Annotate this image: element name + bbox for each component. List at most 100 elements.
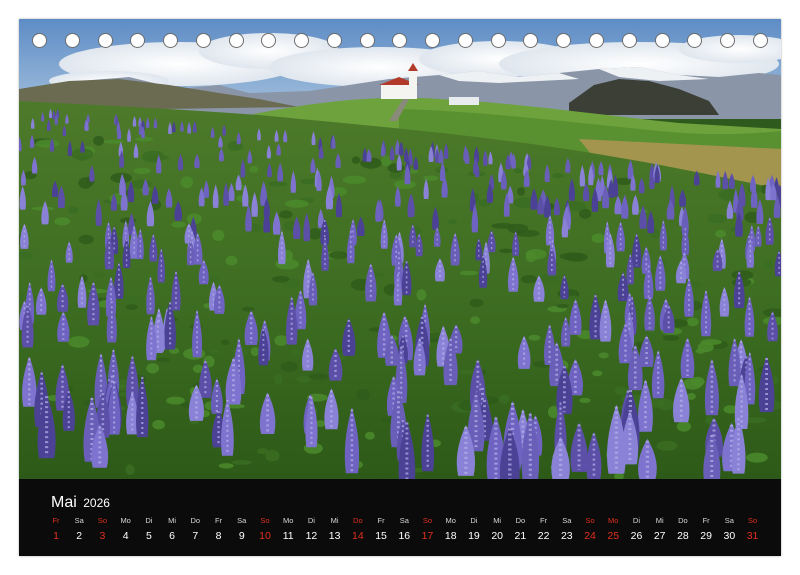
day-number: 30 (723, 530, 736, 542)
weekday-label: Mi (655, 516, 664, 525)
binding-hole (228, 33, 244, 48)
weekday-label: So (585, 516, 595, 525)
calendar-day: Do 7 (187, 515, 203, 549)
day-number: 20 (491, 530, 503, 542)
binding-hole (32, 33, 47, 48)
day-number: 10 (259, 530, 271, 542)
day-number: 29 (700, 530, 712, 542)
weekday-label: Do (353, 516, 363, 525)
weekday-label: Do (515, 516, 526, 525)
month-name: Mai (51, 494, 77, 511)
weekday-label: So (260, 516, 270, 525)
calendar-day: Fr 1 (48, 515, 64, 549)
binding-hole (523, 33, 539, 48)
binding-hole (687, 33, 703, 48)
day-number: 2 (76, 530, 83, 542)
weekday-label: Mo (608, 516, 619, 525)
calendar-day: Mo 11 (280, 515, 296, 549)
day-number: 6 (169, 530, 176, 542)
weekday-label: Di (632, 516, 641, 525)
weekday-label: Sa (562, 516, 572, 525)
calendar-day: Do 21 (512, 515, 528, 549)
binding-hole (294, 33, 310, 48)
day-number: 5 (145, 530, 152, 542)
day-number: 15 (375, 530, 387, 542)
weekday-label: So (422, 516, 433, 525)
binding-hole (720, 33, 736, 48)
calendar-day: Mi 13 (327, 515, 343, 549)
day-number: 19 (468, 530, 480, 542)
calendar-day: Sa 16 (396, 515, 412, 549)
day-number: 25 (607, 530, 620, 542)
day-number: 1 (53, 530, 59, 542)
binding-hole (64, 33, 80, 48)
calendar-day: Sa 23 (559, 515, 575, 549)
binding-hole (261, 33, 277, 48)
weekday-label: Di (307, 516, 315, 525)
day-number: 3 (99, 530, 106, 542)
binding-hole (195, 33, 211, 48)
weekday-label: Di (145, 516, 153, 525)
calendar-day: Di 26 (628, 515, 644, 549)
calendar-day: Mi 6 (164, 515, 180, 549)
calendar-day: Mo 25 (605, 515, 621, 549)
weekday-label: Mi (493, 516, 502, 525)
weekday-label: So (97, 516, 108, 525)
day-number: 24 (584, 530, 596, 542)
weekday-label: Di (470, 516, 478, 525)
farm-building (449, 97, 479, 105)
weekday-label: Do (190, 516, 201, 525)
day-number: 23 (560, 530, 573, 542)
calendar-day: Mo 4 (118, 515, 134, 549)
landscape-photo (19, 19, 781, 479)
weekday-label: Fr (377, 516, 385, 525)
binding-hole (425, 33, 441, 48)
binding-hole (392, 33, 408, 48)
calendar-day: Fr 15 (373, 515, 389, 549)
day-number: 9 (238, 530, 245, 542)
weekday-label: Sa (237, 516, 247, 525)
day-number: 31 (746, 530, 759, 542)
calendar-day: Di 5 (141, 515, 157, 549)
day-number: 28 (677, 530, 689, 542)
calendar-day: So 17 (420, 515, 436, 549)
month-year: 2026 (83, 496, 110, 510)
day-number: 16 (398, 530, 411, 542)
day-grid: Fr 1 Sa 2 So 3 Mo 4 Di 5 Mi 6 Do 7 Fr 8 Sa 9 So 10 Mo 11 Di 12 M… (48, 515, 761, 549)
calendar-day: So 24 (582, 515, 598, 549)
weekday-label: Sa (724, 516, 734, 525)
weekday-label: Mo (282, 516, 294, 525)
calendar-day: Sa 2 (71, 515, 87, 549)
day-number: 12 (305, 530, 318, 542)
landscape-illustration (19, 19, 781, 479)
binding-hole (457, 33, 473, 48)
weekday-label: Do (678, 516, 688, 525)
binding-hole (163, 33, 179, 48)
calendar-day: Sa 9 (234, 515, 250, 549)
calendar-day: So 10 (257, 515, 273, 549)
calendar-day: So 31 (745, 515, 761, 549)
binding-holes (19, 33, 781, 51)
binding-hole (97, 33, 113, 48)
day-number: 11 (282, 530, 294, 542)
day-number: 22 (537, 530, 550, 542)
calendar-day: Do 28 (675, 515, 691, 549)
binding-hole (326, 33, 342, 48)
calendar-day: Mi 20 (489, 515, 505, 549)
binding-hole (752, 33, 768, 48)
weekday-label: Fr (540, 516, 548, 525)
day-number: 14 (352, 530, 364, 542)
weekday-label: Mi (168, 516, 177, 525)
binding-hole (359, 33, 375, 48)
calendar-day: Mi 27 (652, 515, 668, 549)
day-number: 4 (122, 530, 129, 542)
month-title: Mai 2026 (51, 494, 110, 512)
calendar-day: So 3 (94, 515, 110, 549)
weekday-label: Sa (74, 516, 84, 525)
month-strip: Mai 2026 Fr 1 Sa 2 So 3 Mo 4 Di 5 Mi 6 Do 7 Fr 8 Sa 9 So 10… (19, 479, 781, 556)
calendar-day: Mo 18 (443, 515, 459, 549)
day-number: 21 (514, 530, 527, 542)
day-number: 17 (421, 530, 434, 542)
binding-hole (490, 33, 506, 48)
binding-hole (654, 33, 670, 48)
